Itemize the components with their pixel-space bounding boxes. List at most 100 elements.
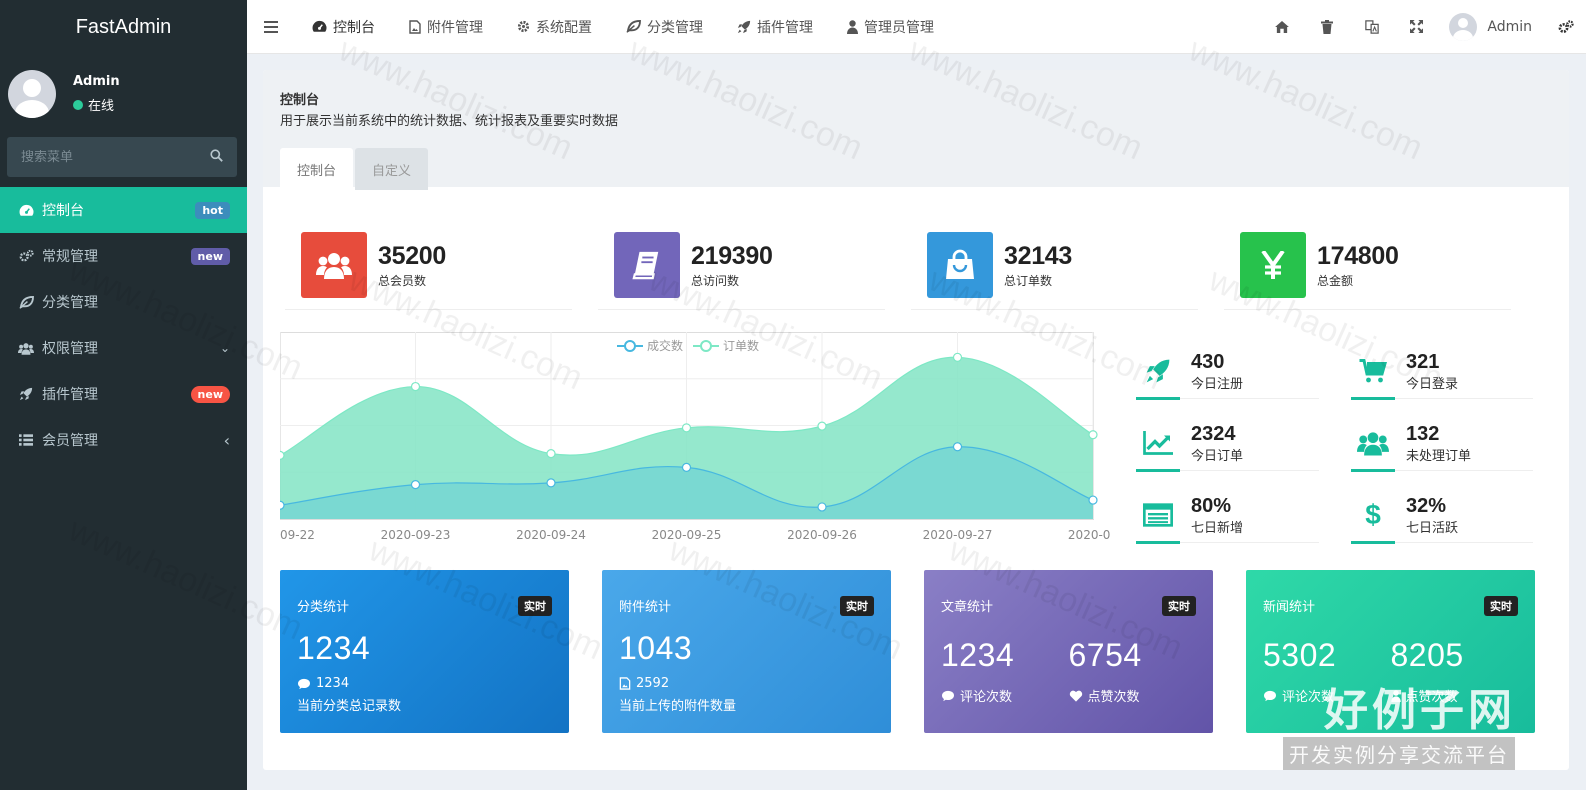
stat-value: 35200 bbox=[378, 241, 447, 270]
mini-stat-register: 430 今日注册 bbox=[1136, 335, 1319, 407]
comment-icon bbox=[1263, 690, 1277, 702]
fullscreen-icon[interactable] bbox=[1394, 0, 1439, 54]
mini-stat-label: 今日登录 bbox=[1406, 376, 1459, 392]
page-title: 控制台 bbox=[280, 93, 320, 108]
data-point bbox=[546, 478, 556, 488]
card-sub: 2592 bbox=[619, 676, 874, 691]
tab-custom[interactable]: 自定义 bbox=[355, 148, 429, 190]
card-sub-value: 1234 bbox=[316, 676, 350, 691]
tab-label: 控制台 bbox=[333, 19, 375, 36]
accent-bar bbox=[1351, 469, 1395, 472]
content-panel: 控制台 用于展示当前系统中的统计数据、统计报表及重要实时数据 控制台 自定义 3… bbox=[263, 70, 1569, 770]
today-stats: 430 今日注册 321 今日登录 2324 今日订单 132 未处理订单 80% 七日新… bbox=[1136, 335, 1536, 551]
translate-icon[interactable] bbox=[1349, 0, 1394, 54]
x-tick-label: 2020-09 bbox=[1068, 528, 1110, 542]
stat-value: 174800 bbox=[1317, 241, 1399, 270]
tab-dashboard[interactable]: 控制台 bbox=[295, 0, 392, 54]
accent-bar bbox=[1136, 541, 1180, 544]
sidebar-item-dashboard[interactable]: 控制台 hot bbox=[0, 187, 247, 233]
tab-attachments[interactable]: 附件管理 bbox=[392, 0, 500, 54]
heart-icon bbox=[1069, 690, 1083, 702]
trash-icon[interactable] bbox=[1304, 0, 1349, 54]
cogs-icon[interactable] bbox=[1546, 0, 1586, 54]
data-point bbox=[410, 381, 421, 392]
user-icon bbox=[847, 19, 858, 34]
realtime-badge: 实时 bbox=[1484, 596, 1518, 616]
tab-label: 插件管理 bbox=[757, 19, 813, 36]
users-icon bbox=[301, 232, 367, 298]
chart-legend: 成交数 订单数 bbox=[617, 337, 769, 354]
legend-item-orders[interactable]: 订单数 bbox=[693, 337, 759, 354]
user-status-text: 在线 bbox=[88, 99, 115, 114]
mini-stat-label: 今日注册 bbox=[1191, 376, 1244, 392]
card-title: 文章统计 bbox=[941, 600, 994, 615]
sidebar-toggle[interactable] bbox=[247, 0, 295, 54]
mini-stat-value: 2324 bbox=[1191, 422, 1236, 445]
order-chart[interactable]: 09-22 2020-09-23 2020-09-24 2020-09-25 2020-… bbox=[275, 332, 1118, 547]
user-menu[interactable]: Admin bbox=[1439, 0, 1546, 54]
user-panel: Admin 在线 bbox=[0, 54, 247, 134]
tab-plugins[interactable]: 插件管理 bbox=[720, 0, 830, 54]
accent-bar bbox=[1351, 397, 1395, 400]
top-navbar: 控制台 附件管理 系统配置 分类管理 插件管理 管理员管理 Admin bbox=[247, 0, 1586, 54]
x-tick-label: 09-22 bbox=[280, 528, 315, 542]
data-point bbox=[952, 352, 963, 362]
x-tick-label: 2020-09-24 bbox=[516, 528, 586, 542]
data-point bbox=[275, 450, 285, 460]
tab-category[interactable]: 分类管理 bbox=[609, 0, 720, 54]
tab-console[interactable]: 控制台 bbox=[280, 148, 354, 190]
watermark-brand-sub: 开发实例分享交流平台 bbox=[1283, 737, 1515, 770]
card-sub-label: 评论次数 bbox=[960, 690, 1013, 705]
data-point bbox=[1088, 495, 1098, 505]
tab-admins[interactable]: 管理员管理 bbox=[830, 0, 951, 54]
navbar-username: Admin bbox=[1487, 18, 1532, 35]
avatar bbox=[1449, 12, 1478, 41]
users-icon bbox=[1351, 430, 1395, 456]
tab-label: 附件管理 bbox=[427, 19, 483, 36]
mini-stat-orders: 2324 今日订单 bbox=[1136, 407, 1319, 479]
area-chart-svg: 09-22 2020-09-23 2020-09-24 2020-09-25 2020-… bbox=[275, 332, 1118, 542]
legend-line-icon bbox=[693, 339, 720, 352]
card-sub: 点赞次数 bbox=[1069, 686, 1197, 705]
app-logo[interactable]: FastAdmin bbox=[0, 0, 247, 54]
stat-visits: 219390 总访问数 bbox=[593, 220, 906, 310]
tab-config[interactable]: 系统配置 bbox=[500, 0, 609, 54]
online-dot-icon bbox=[73, 99, 83, 110]
mini-stat-value: 430 bbox=[1191, 350, 1225, 373]
card-sub: 1234 bbox=[297, 676, 552, 691]
sidebar-item-general[interactable]: 常规管理 new bbox=[0, 233, 247, 279]
search-icon[interactable] bbox=[210, 148, 223, 166]
sidebar-search bbox=[7, 137, 237, 177]
mini-stat-value: 80% bbox=[1191, 494, 1232, 517]
sidebar-item-permission[interactable]: 权限管理 ⌄ bbox=[0, 325, 247, 371]
data-point bbox=[275, 500, 285, 510]
x-tick-label: 2020-09-25 bbox=[652, 528, 722, 542]
sidebar-item-category[interactable]: 分类管理 bbox=[0, 279, 247, 325]
data-point bbox=[817, 421, 827, 431]
tab-label: 系统配置 bbox=[536, 19, 592, 36]
sidebar-search-input[interactable] bbox=[21, 149, 181, 165]
sidebar-menu: 控制台 hot 常规管理 new 分类管理 权限管理 ⌄ 插件管理 new 会员… bbox=[0, 187, 247, 463]
card-description: 当前上传的附件数量 bbox=[619, 699, 737, 714]
trend-icon bbox=[1136, 431, 1180, 455]
stat-members: 35200 总会员数 bbox=[280, 220, 593, 310]
realtime-badge: 实时 bbox=[518, 596, 552, 616]
rocket-icon bbox=[737, 20, 751, 34]
sidebar-item-label: 常规管理 bbox=[42, 249, 98, 265]
home-icon[interactable] bbox=[1259, 0, 1304, 54]
card-sub-label: 点赞次数 bbox=[1087, 690, 1140, 705]
gear-icon bbox=[517, 20, 530, 33]
summary-stats: 35200 总会员数 219390 总访问数 32143 总订单数 174800… bbox=[280, 220, 1533, 310]
sidebar-item-plugins[interactable]: 插件管理 new bbox=[0, 371, 247, 417]
file-image-icon bbox=[409, 19, 421, 34]
chevron-down-icon: ⌄ bbox=[219, 341, 230, 355]
sidebar-item-members[interactable]: 会员管理 ‹ bbox=[0, 417, 247, 463]
leaf-icon bbox=[626, 20, 641, 33]
dashboard-icon bbox=[312, 20, 327, 33]
user-name: Admin bbox=[73, 74, 120, 89]
data-point bbox=[410, 480, 421, 490]
legend-item-deals[interactable]: 成交数 bbox=[617, 337, 683, 354]
rocket-icon bbox=[18, 386, 34, 402]
card-title: 分类统计 bbox=[297, 600, 350, 615]
card-sub-value: 2592 bbox=[636, 676, 670, 691]
